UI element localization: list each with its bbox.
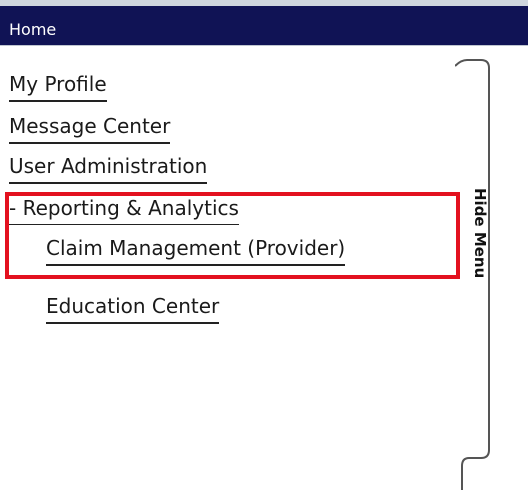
nav-link-user-administration[interactable]: User Administration	[9, 154, 208, 184]
nav-section-reporting-analytics[interactable]: - Reporting & Analytics	[9, 196, 239, 225]
nav-link-education-center[interactable]: Education Center	[46, 294, 220, 324]
home-label[interactable]: Home	[9, 20, 56, 40]
nav-link-claim-management-provider[interactable]: Claim Management (Provider)	[46, 236, 346, 266]
nav-link-my-profile[interactable]: My Profile	[9, 72, 107, 102]
home-header-bar[interactable]: Home	[0, 6, 528, 46]
nav-link-message-center[interactable]: Message Center	[9, 114, 171, 144]
hide-menu-toggle[interactable]: Hide Menu	[467, 188, 493, 308]
